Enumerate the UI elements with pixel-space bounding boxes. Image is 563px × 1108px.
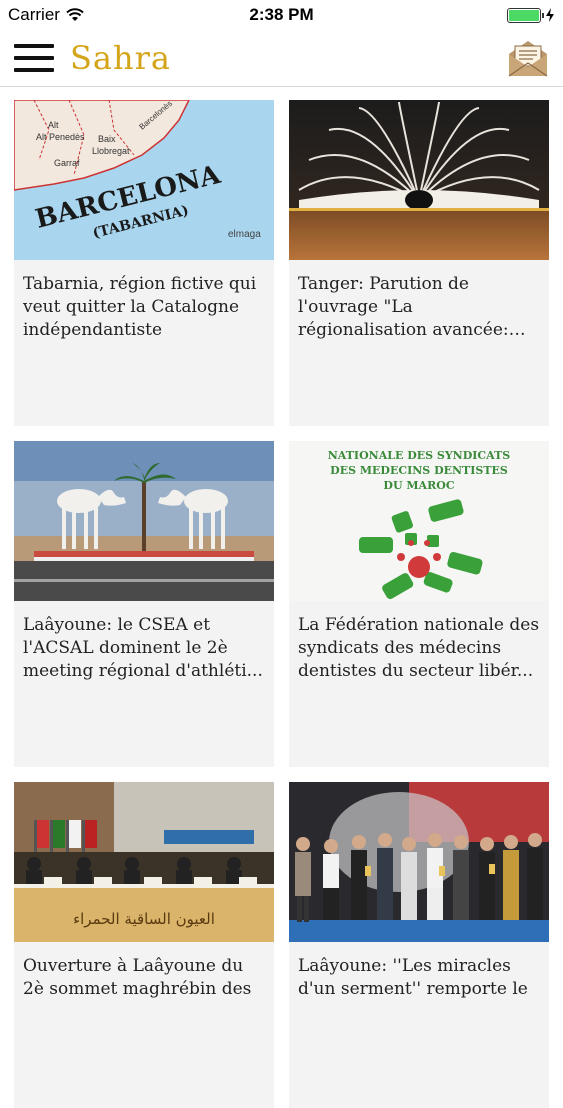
svg-text:NATIONALE DES SYNDICATS: NATIONALE DES SYNDICATS — [328, 449, 511, 462]
svg-text:elmaga: elmaga — [228, 229, 261, 240]
battery-icon — [507, 7, 544, 23]
article-image-conference-panel: العيون الساقية الحمراء — [14, 782, 274, 942]
article-title: La Fédération nationale des syndicats de… — [298, 615, 540, 681]
status-time: 2:38 PM — [249, 5, 314, 24]
nav-bar: Sahra — [0, 30, 563, 87]
svg-text:العيون الساقية الحمراء: العيون الساقية الحمراء — [73, 910, 215, 928]
battery-group — [507, 7, 555, 23]
article-title: Ouverture à Laâyoune du 2è sommet maghré… — [23, 956, 252, 999]
svg-text:Llobregat: Llobregat — [92, 146, 130, 156]
article-card[interactable]: Laâyoune: le CSEA et l'ACSAL dominent le… — [14, 441, 274, 767]
wifi-icon — [66, 8, 84, 21]
article-card[interactable]: Alt Alt Penedès Baix Llobregat Garraf Ba… — [14, 100, 274, 426]
article-title: Laâyoune: le CSEA et l'ACSAL dominent le… — [23, 615, 263, 681]
svg-text:DES MEDECINS DENTISTES: DES MEDECINS DENTISTES — [330, 464, 508, 477]
battery-fill — [509, 9, 539, 21]
article-grid: Alt Alt Penedès Baix Llobregat Garraf Ba… — [14, 100, 550, 1108]
hamburger-icon[interactable] — [14, 44, 54, 72]
article-card[interactable]: العيون الساقية الحمراء Ouverture à Laâyo… — [14, 782, 274, 1108]
article-card[interactable]: Laâyoune: ''Les miracles d'un serment'' … — [289, 782, 549, 1108]
article-card[interactable]: NATIONALE DES SYNDICATS DES MEDECINS DEN… — [289, 441, 549, 767]
article-card[interactable]: Tanger: Parution de l'ouvrage "La région… — [289, 100, 549, 426]
charging-bolt-icon — [546, 8, 554, 22]
svg-text:Baix: Baix — [98, 134, 116, 144]
carrier-group: Carrier — [8, 5, 84, 25]
article-title: Laâyoune: ''Les miracles d'un serment'' … — [298, 956, 528, 999]
carrier-label: Carrier — [8, 5, 60, 24]
article-image-award-ceremony — [289, 782, 549, 942]
svg-text:Alt: Alt — [48, 120, 59, 130]
status-bar: Carrier 2:38 PM — [0, 0, 563, 30]
article-title: Tanger: Parution de l'ouvrage "La région… — [298, 274, 509, 340]
svg-text:DU MAROC: DU MAROC — [383, 479, 454, 492]
nav-left: Sahra — [14, 39, 171, 77]
article-title: Tabarnia, région fictive qui veut quitte… — [23, 274, 257, 340]
svg-text:Alt Penedès: Alt Penedès — [36, 132, 85, 142]
article-image-open-book — [289, 100, 549, 260]
envelope-icon[interactable] — [507, 37, 549, 79]
article-image-camel-roundabout — [14, 441, 274, 601]
svg-text:Garraf: Garraf — [54, 158, 80, 168]
article-image-barcelona-map: Alt Alt Penedès Baix Llobregat Garraf Ba… — [14, 100, 274, 260]
brand-logo: Sahra — [70, 39, 171, 77]
article-image-dentists-logo: NATIONALE DES SYNDICATS DES MEDECINS DEN… — [289, 441, 549, 601]
